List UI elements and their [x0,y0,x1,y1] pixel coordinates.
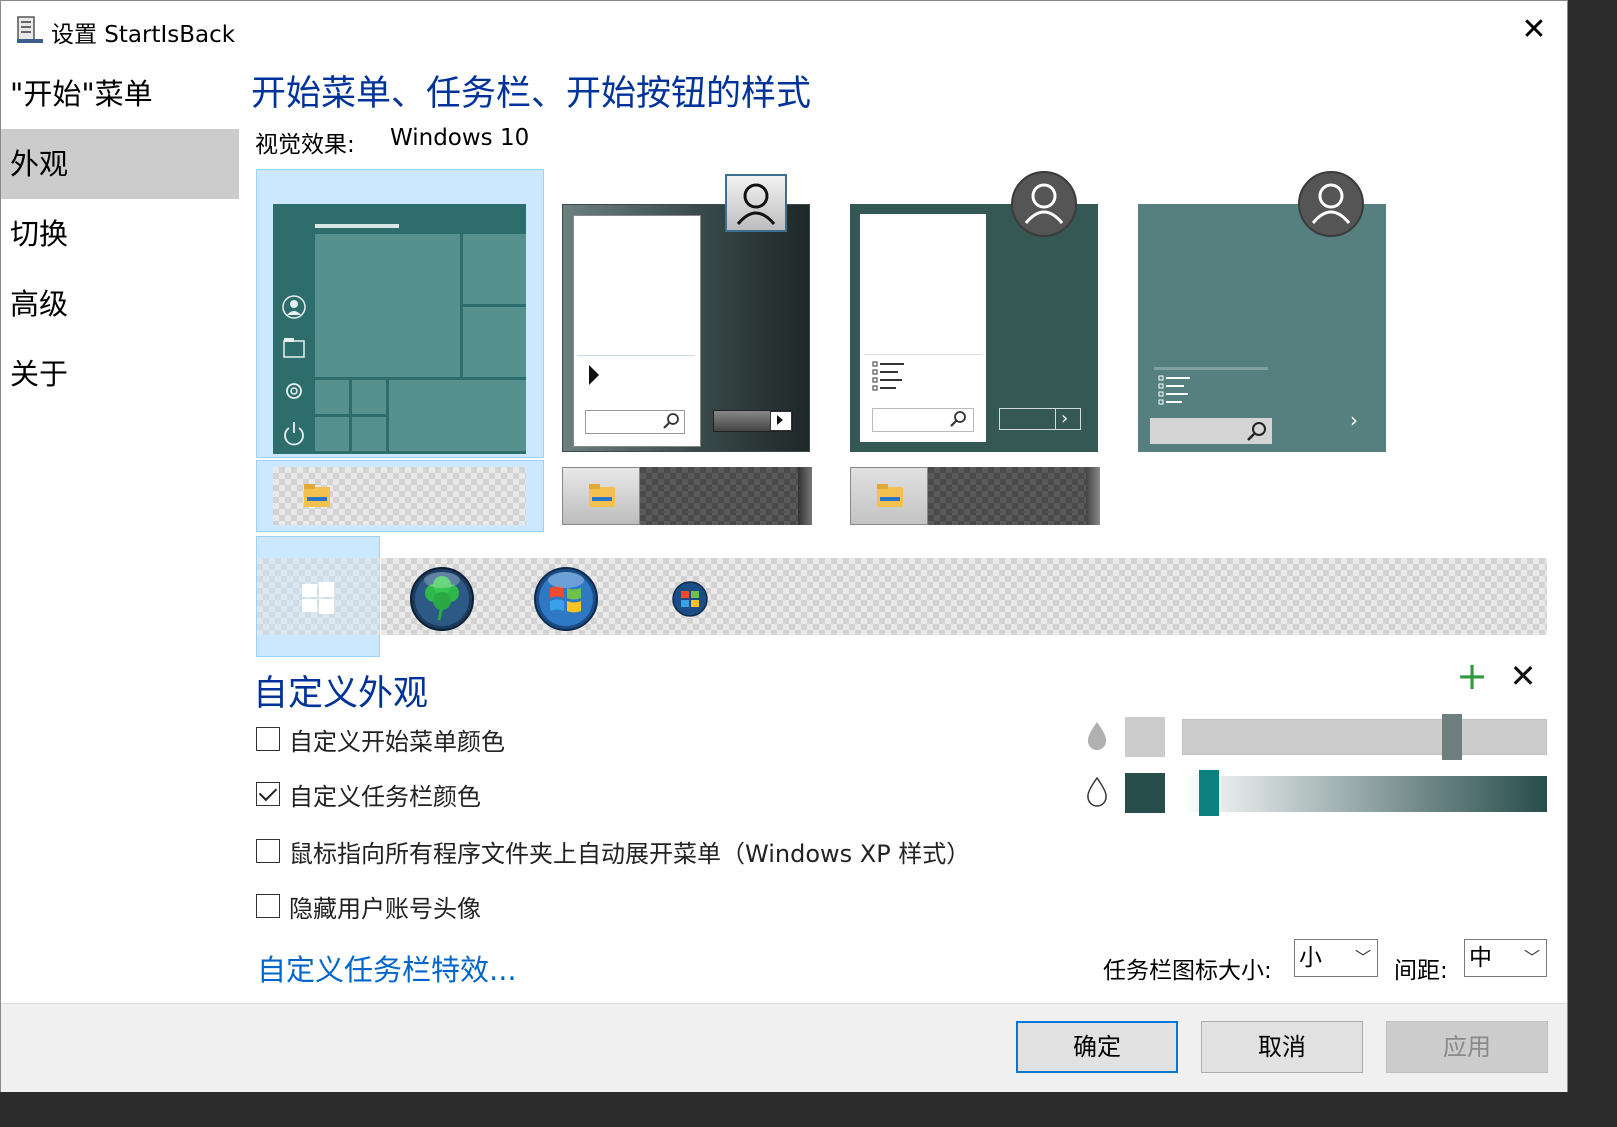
ok-button[interactable]: 确定 [1016,1021,1178,1073]
app-icon [17,16,43,43]
title-bar: 设置 StartIsBack ✕ [1,1,1567,57]
checkbox-custom-taskbar-color[interactable] [256,782,280,806]
style-card-win8[interactable]: › [850,204,1098,452]
nav-item-switching[interactable]: 切换 [1,199,239,269]
visual-effect-label: 视觉效果: [255,132,355,158]
opacity-drop-outline-icon [1087,776,1107,807]
option-label: 鼠标指向所有程序文件夹上自动展开菜单（Windows XP 样式） [289,839,971,868]
menu-opacity-slider-thumb[interactable] [1442,714,1462,760]
user-icon [1311,183,1351,224]
icon-size-label: 任务栏图标大小: [1103,958,1272,984]
option-hide-avatar[interactable]: 隐藏用户账号头像 [256,891,481,923]
icon-size-select[interactable]: 小 ﹀ [1294,939,1378,977]
nav-item-advanced[interactable]: 高级 [1,269,239,339]
checkbox-hide-avatar[interactable] [256,894,280,918]
list-icon [1158,375,1190,405]
custom-taskbar-effects-link[interactable]: 自定义任务栏特效... [257,947,517,989]
cancel-button[interactable]: 取消 [1201,1021,1363,1073]
spacing-value: 中 [1469,945,1492,971]
icon-size-value: 小 [1299,945,1322,971]
taskbar-style-win7[interactable] [562,467,812,525]
add-icon[interactable]: + [1455,657,1489,695]
style-card-win10[interactable] [273,204,526,454]
nav-item-about[interactable]: 关于 [1,339,239,409]
option-label: 自定义开始菜单颜色 [289,727,505,756]
window-title: 设置 StartIsBack [51,22,236,48]
checkbox-xp-style-expand[interactable] [256,839,280,863]
windows-logo-icon[interactable] [301,581,335,615]
style-card-metro[interactable]: › [1138,204,1386,452]
remove-icon[interactable]: ✕ [1506,659,1540,693]
close-icon[interactable]: ✕ [1517,13,1551,47]
search-icon [1247,422,1266,441]
customize-heading: 自定义外观 [253,674,429,714]
spacing-label: 间距: [1394,958,1448,984]
folder-icon [877,484,903,507]
style-card-win7[interactable] [562,204,810,452]
taskbar-style-win8[interactable] [850,467,1100,525]
checkbox-custom-menu-color[interactable] [256,727,280,751]
option-label: 隐藏用户账号头像 [289,894,481,923]
option-custom-taskbar-color[interactable]: 自定义任务栏颜色 [256,779,481,811]
clover-orb-icon[interactable] [409,566,475,632]
taskbar-opacity-slider[interactable] [1182,770,1547,816]
search-icon [950,411,966,427]
apply-button[interactable]: 应用 [1386,1021,1548,1073]
settings-window: 设置 StartIsBack ✕ "开始"菜单 外观 切换 高级 关于 开始菜单… [0,0,1568,1092]
option-xp-style-expand[interactable]: 鼠标指向所有程序文件夹上自动展开菜单（Windows XP 样式） [256,836,971,868]
option-label: 自定义任务栏颜色 [289,782,481,811]
search-icon [663,413,679,429]
user-icon [736,183,776,225]
option-custom-menu-color[interactable]: 自定义开始菜单颜色 [256,724,505,756]
folder-icon [589,484,615,507]
menu-color-swatch[interactable] [1125,717,1165,757]
windows7-orb-icon[interactable] [533,566,599,632]
win7-user-avatar [725,174,787,232]
chevron-right-icon: › [1350,408,1358,432]
win10-menu-icons [282,295,306,446]
sidebar-nav: "开始"菜单 外观 切换 高级 关于 [1,59,239,409]
chevron-down-icon: ﹀ [1523,948,1540,967]
taskbar-opacity-slider-thumb[interactable] [1199,770,1219,816]
folder-icon [304,484,330,507]
taskbar-style-win10[interactable] [273,467,526,525]
list-icon [872,361,904,391]
chevron-down-icon: ﹀ [1354,948,1371,967]
opacity-drop-filled-icon [1087,722,1107,750]
menu-opacity-slider[interactable] [1182,714,1547,760]
small-windows-orb-icon[interactable] [671,580,709,618]
win8-user-avatar [1011,171,1077,237]
user-icon [1024,183,1064,224]
visual-effect-value: Windows 10 [390,125,530,151]
metro-user-avatar [1298,171,1364,237]
nav-item-appearance[interactable]: 外观 [1,129,239,199]
taskbar-color-swatch[interactable] [1125,773,1165,813]
spacing-select[interactable]: 中 ﹀ [1464,939,1547,977]
nav-item-start-menu[interactable]: "开始"菜单 [1,59,239,129]
page-title: 开始菜单、任务栏、开始按钮的样式 [251,74,812,114]
